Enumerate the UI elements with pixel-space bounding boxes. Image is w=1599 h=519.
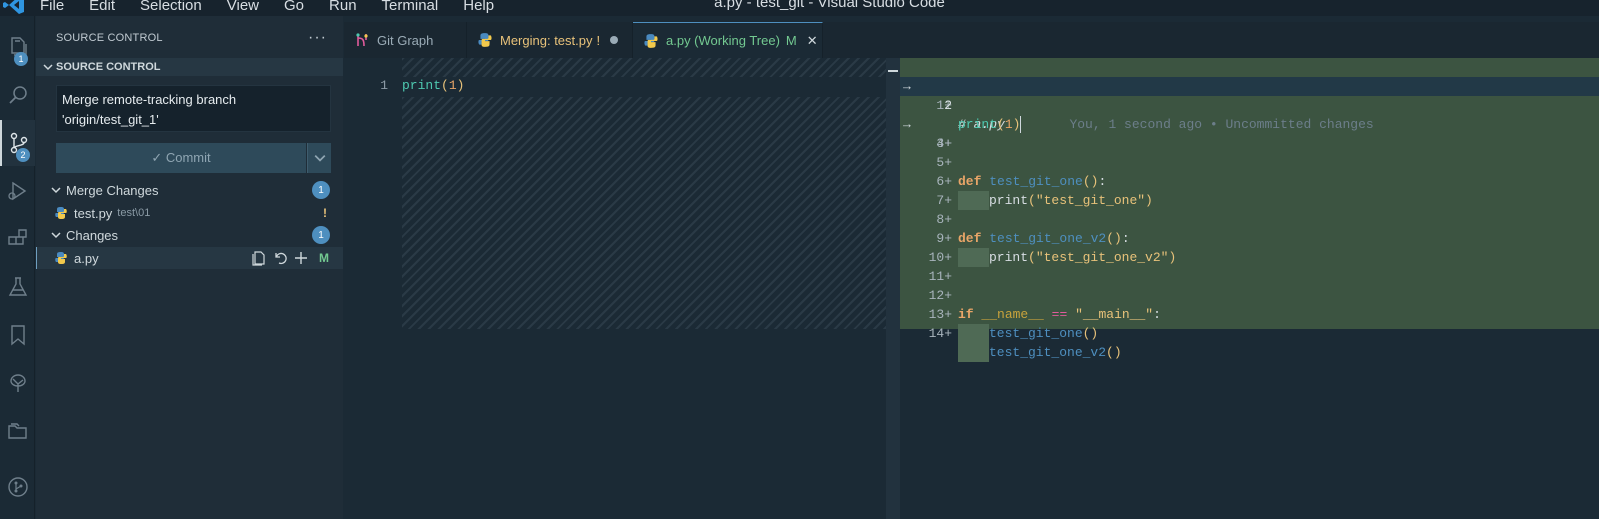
python-file-icon: [644, 33, 658, 48]
list-item[interactable]: test.py test\01 !: [36, 202, 343, 224]
code-line: 5+ def test_git_one():: [936, 155, 1107, 189]
source-control-sidebar: SOURCE CONTROL ··· SOURCE CONTROL Merge …: [36, 16, 343, 519]
open-file-icon[interactable]: [251, 250, 267, 266]
activity-explorer[interactable]: 1: [0, 24, 35, 70]
activity-project-manager[interactable]: [0, 408, 35, 454]
code-line: 4+: [936, 136, 952, 151]
diff-original-pane[interactable]: 1 print(1): [344, 58, 886, 519]
discard-changes-icon[interactable]: [272, 250, 288, 266]
extensions-icon: [7, 229, 27, 245]
commit-button[interactable]: ✓ Commit: [56, 143, 306, 173]
python-file-icon: [55, 252, 67, 264]
unsaved-dot-icon[interactable]: [610, 36, 619, 44]
source-control-section-header[interactable]: SOURCE CONTROL: [36, 58, 343, 76]
git-graph-icon: [356, 33, 368, 47]
commit-dropdown-button[interactable]: [307, 143, 331, 173]
changes-group[interactable]: Changes 1: [36, 224, 343, 246]
conflict-status: !: [323, 206, 327, 220]
diff-modified-pane[interactable]: → 1+ # a.py 2 print(1) You, 1 second ago …: [900, 58, 1599, 519]
file-name: a.py: [74, 250, 99, 266]
section-title: SOURCE CONTROL: [56, 61, 161, 73]
diff-overview-ruler[interactable]: [886, 58, 900, 519]
activity-source-control[interactable]: 2: [0, 120, 35, 166]
sidebar-header: SOURCE CONTROL: [56, 32, 163, 44]
tab-label: a.py (Working Tree): [666, 33, 780, 48]
tab-label: Git Graph: [377, 32, 434, 48]
activity-git-history[interactable]: [0, 360, 35, 406]
row-actions: [251, 250, 309, 266]
diff-placeholder: [402, 97, 886, 329]
commit-message-input[interactable]: Merge remote-tracking branch 'origin/tes…: [56, 85, 331, 132]
line-number: 1: [380, 78, 388, 93]
list-item[interactable]: a.py M: [36, 247, 343, 269]
editor-tabs: Git Graph Merging: test.py ! a.py (Worki…: [344, 22, 1599, 58]
code-line: 10+: [928, 250, 952, 265]
chevron-down-icon: [40, 59, 56, 75]
more-actions-button[interactable]: ···: [308, 29, 327, 47]
run-debug-icon: [7, 181, 26, 201]
tab-label: Merging: test.py: [500, 32, 593, 48]
code-line: → 1+ # a.py: [903, 79, 1005, 132]
code-line: 2 print(1) You, 1 second ago • Uncommitte…: [944, 98, 1374, 134]
code-line: 8+ def test_git_one_v2():: [936, 212, 1130, 246]
diff-editor[interactable]: 1 print(1) → 1+ # a.py 2 print(1) You, 1 …: [344, 58, 1599, 519]
file-path: test\01: [117, 207, 151, 219]
title-bar: File Edit Selection View Go Run Terminal…: [0, 0, 1599, 16]
tree-icon: [9, 374, 26, 392]
code-line: 13+ test_git_one(): [928, 307, 1099, 343]
activity-bar: 1 2: [0, 16, 35, 519]
chevron-down-icon: [48, 182, 64, 198]
window-title: a.py - test_git - Visual Studio Code: [714, 0, 945, 11]
tab-conflict-indicator: !: [596, 32, 601, 48]
explorer-badge: 1: [14, 52, 28, 66]
git-graph-icon: [7, 477, 28, 497]
activity-extensions[interactable]: [0, 216, 35, 262]
python-file-icon: [478, 33, 492, 47]
close-icon[interactable]: ✕: [807, 33, 818, 49]
chevron-down-icon: [314, 155, 325, 162]
activity-run-debug[interactable]: [0, 168, 35, 214]
search-icon: [8, 86, 27, 104]
activity-bookmarks[interactable]: [0, 312, 35, 358]
modified-status: M: [319, 251, 329, 265]
activity-testing[interactable]: [0, 264, 35, 310]
code-line: 12+ if __name__ == "__main__":: [928, 288, 1161, 322]
activity-git-graph[interactable]: [0, 464, 35, 510]
changes-count: 1: [312, 226, 330, 244]
stage-changes-icon[interactable]: [293, 250, 309, 266]
code-line: 7+: [936, 193, 952, 208]
changes-label: Changes: [66, 227, 119, 243]
merge-changes-group[interactable]: Merge Changes 1: [36, 179, 343, 201]
code-line: 6+ print("test_git_one"): [936, 174, 1153, 210]
merge-changes-count: 1: [312, 181, 330, 199]
bookmark-icon: [10, 325, 25, 346]
diff-placeholder: [402, 58, 886, 77]
tab-modified-indicator: M: [785, 33, 797, 48]
tab-git-graph[interactable]: Git Graph: [344, 22, 467, 58]
code-line: print(1): [402, 78, 465, 93]
code-line: 9+ print("test_git_one_v2"): [936, 231, 1177, 267]
python-file-icon: [55, 207, 67, 219]
chevron-down-icon: [48, 227, 64, 243]
activity-search[interactable]: [0, 72, 35, 118]
code-line: 11+: [928, 269, 952, 284]
merge-changes-label: Merge Changes: [66, 182, 159, 198]
file-name: test.py: [74, 205, 113, 221]
tab-a-py-working-tree[interactable]: a.py (Working Tree) M ✕: [633, 22, 823, 58]
source-control-badge: 2: [16, 148, 30, 162]
code-line: → 3+: [903, 117, 952, 151]
code-line: 14+ test_git_one_v2(): [928, 326, 1122, 362]
flask-icon: [8, 277, 27, 296]
folders-icon: [7, 423, 27, 439]
tab-merging-test-py[interactable]: Merging: test.py !: [467, 22, 633, 58]
